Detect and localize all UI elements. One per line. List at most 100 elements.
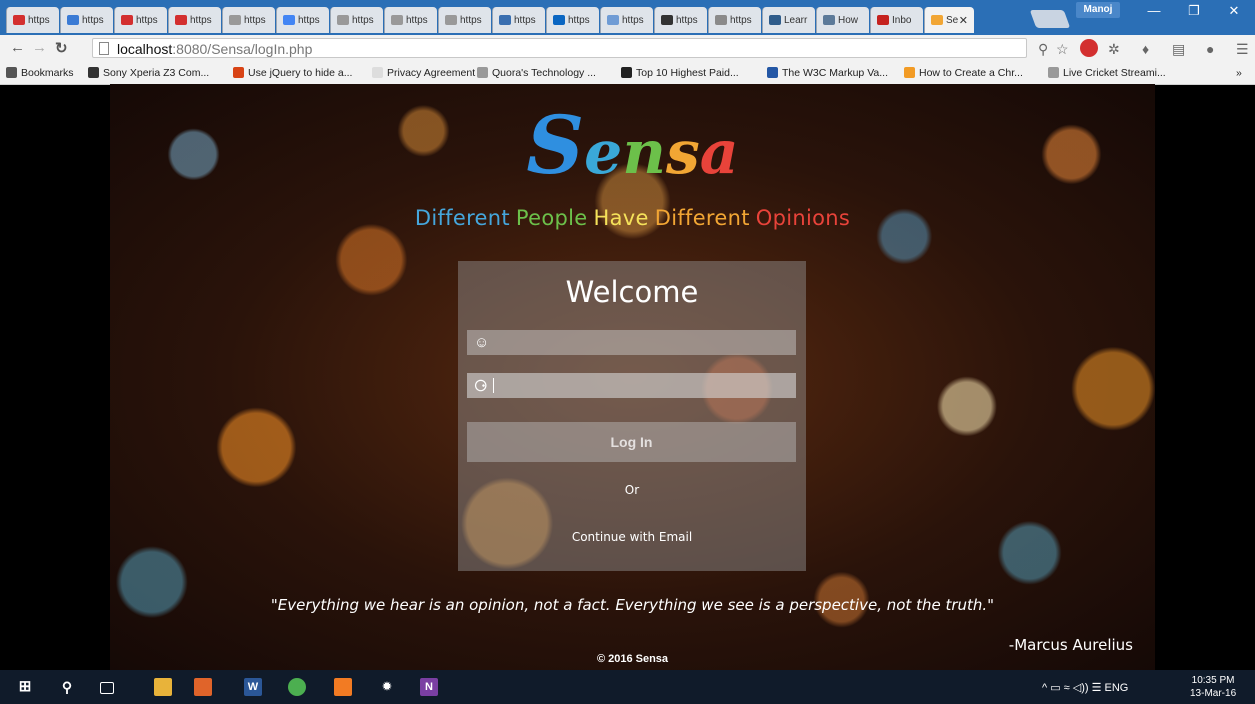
copyright-footer: © 2016 Sensa [596, 653, 669, 665]
word-icon[interactable]: W [244, 678, 262, 696]
tab-close-icon[interactable]: ✕ [959, 14, 968, 27]
browser-tab[interactable]: https [600, 7, 653, 33]
tab-favicon-icon [445, 15, 457, 25]
browser-tab[interactable]: https [276, 7, 329, 33]
puzzle-icon[interactable]: ♦ [1142, 41, 1149, 57]
bookmark-item[interactable]: Top 10 Highest Paid... [621, 67, 739, 79]
logo-letter: s [665, 118, 700, 188]
browser-tab[interactable]: https [222, 7, 275, 33]
bookmark-star-icon[interactable]: ☆ [1056, 41, 1069, 58]
tagline-word: Different [654, 206, 750, 230]
tab-favicon-icon [931, 15, 943, 25]
extension-3-icon[interactable]: ● [1206, 41, 1214, 57]
browser-tab[interactable]: https [546, 7, 599, 33]
bookmark-item[interactable]: Bookmarks [6, 67, 74, 79]
username-input[interactable] [495, 330, 790, 355]
windows-start-icon[interactable]: ⊞ [16, 678, 34, 696]
tab-favicon-icon [877, 15, 889, 25]
extension-2-icon[interactable]: ▤ [1172, 41, 1185, 58]
browser-tab[interactable]: Learr [762, 7, 815, 33]
bookmark-icon [904, 67, 915, 78]
bookmark-item[interactable]: The W3C Markup Va... [767, 67, 888, 79]
continue-with-email-link[interactable]: Continue with Email [458, 530, 806, 544]
tab-favicon-icon [769, 15, 781, 25]
task-view-icon[interactable] [100, 682, 114, 694]
quote-text: "Everything we hear is an opinion, not a… [270, 596, 995, 614]
browser-tab[interactable]: Se ✕ [924, 7, 974, 33]
bookmark-item[interactable]: Sony Xperia Z3 Com... [88, 67, 209, 79]
browser-tab[interactable]: How [816, 7, 869, 33]
tagline-word: Opinions [755, 206, 851, 230]
bookmarks-overflow-button[interactable]: » [1236, 67, 1242, 79]
login-button[interactable]: Log In [467, 422, 796, 462]
tab-favicon-icon [499, 15, 511, 25]
bookmark-label: Privacy Agreement [387, 67, 476, 79]
media-player-icon[interactable] [194, 678, 212, 696]
onenote-icon[interactable]: N [420, 678, 438, 696]
bookmark-item[interactable]: Use jQuery to hide a... [233, 67, 352, 79]
browser-tab[interactable]: https [708, 7, 761, 33]
browser-tab[interactable]: https [6, 7, 59, 33]
browser-tab[interactable]: https [492, 7, 545, 33]
tab-label: https [514, 14, 536, 26]
browser-tab[interactable]: Inbo [870, 7, 923, 33]
bookmark-label: Live Cricket Streami... [1063, 67, 1166, 79]
browser-tab[interactable]: https [384, 7, 437, 33]
browser-tab[interactable]: https [438, 7, 491, 33]
bookmark-label: How to Create a Chr... [919, 67, 1023, 79]
tab-favicon-icon [553, 15, 565, 25]
tab-favicon-icon [121, 15, 133, 25]
reload-icon[interactable]: ↻ [55, 39, 68, 57]
xampp-icon[interactable] [334, 678, 352, 696]
browser-tab[interactable]: https [60, 7, 113, 33]
extension-icon[interactable]: ✲ [1108, 41, 1120, 58]
bookmark-label: Use jQuery to hide a... [248, 67, 353, 79]
browser-tab[interactable]: https [330, 7, 383, 33]
back-arrow-icon[interactable]: ← [10, 39, 25, 56]
profile-button[interactable]: Manoj [1076, 2, 1120, 18]
key-icon: ⚆ [474, 378, 488, 395]
adblock-icon[interactable] [1080, 39, 1098, 57]
new-tab-button[interactable] [1029, 10, 1071, 28]
browser-toolbar: ← → ↻ localhost:8080/Sensa/logIn.php ⚲ ☆… [0, 35, 1255, 63]
chrome-icon[interactable] [288, 678, 306, 696]
url-host: localhost [117, 41, 173, 57]
welcome-heading: Welcome [565, 275, 699, 309]
bookmark-item[interactable]: How to Create a Chr... [904, 67, 1023, 79]
bookmark-item[interactable]: Quora's Technology ... [477, 67, 596, 79]
bookmark-item[interactable]: Live Cricket Streami... [1048, 67, 1166, 79]
username-field-wrapper: ☺ [467, 330, 796, 355]
bookmark-icon [767, 67, 778, 78]
tab-favicon-icon [661, 15, 673, 25]
file-explorer-icon[interactable] [154, 678, 172, 696]
tab-favicon-icon [67, 15, 79, 25]
tab-favicon-icon [229, 15, 241, 25]
close-window-button[interactable]: ✕ [1214, 0, 1254, 22]
key-icon[interactable]: ⚲ [1038, 41, 1048, 58]
system-tray[interactable]: ^ ▭ ≈ ◁)) ☰ ENG [1042, 681, 1128, 694]
tab-label: Learr [784, 14, 808, 26]
password-input[interactable] [495, 373, 790, 398]
paint-icon[interactable]: ✹ [378, 678, 396, 696]
page-background: Sensa Different People Have Different Opinio… [110, 84, 1155, 670]
browser-tab[interactable]: https [654, 7, 707, 33]
minimize-button[interactable]: — [1134, 0, 1174, 22]
page-icon [99, 42, 109, 55]
clock[interactable]: 10:35 PM 13-Mar-16 [1190, 674, 1236, 700]
bookmark-label: Quora's Technology ... [492, 67, 596, 79]
forward-arrow-icon[interactable]: → [32, 39, 47, 56]
menu-icon[interactable]: ☰ [1236, 41, 1249, 58]
address-bar[interactable]: localhost:8080/Sensa/logIn.php [92, 38, 1027, 58]
tab-strip: https https https https https https https https… [0, 0, 1255, 35]
bookmark-item[interactable]: Privacy Agreement [372, 67, 475, 79]
browser-tab[interactable]: https [114, 7, 167, 33]
tab-label: Inbo [892, 14, 912, 26]
tab-favicon-icon [175, 15, 187, 25]
user-icon: ☺ [474, 334, 490, 351]
search-icon[interactable]: ⚲ [58, 678, 76, 696]
text-cursor [493, 378, 494, 393]
browser-tab[interactable]: https [168, 7, 221, 33]
tab-favicon-icon [607, 15, 619, 25]
restore-button[interactable]: ❐ [1174, 0, 1214, 22]
tab-label: https [406, 14, 428, 26]
